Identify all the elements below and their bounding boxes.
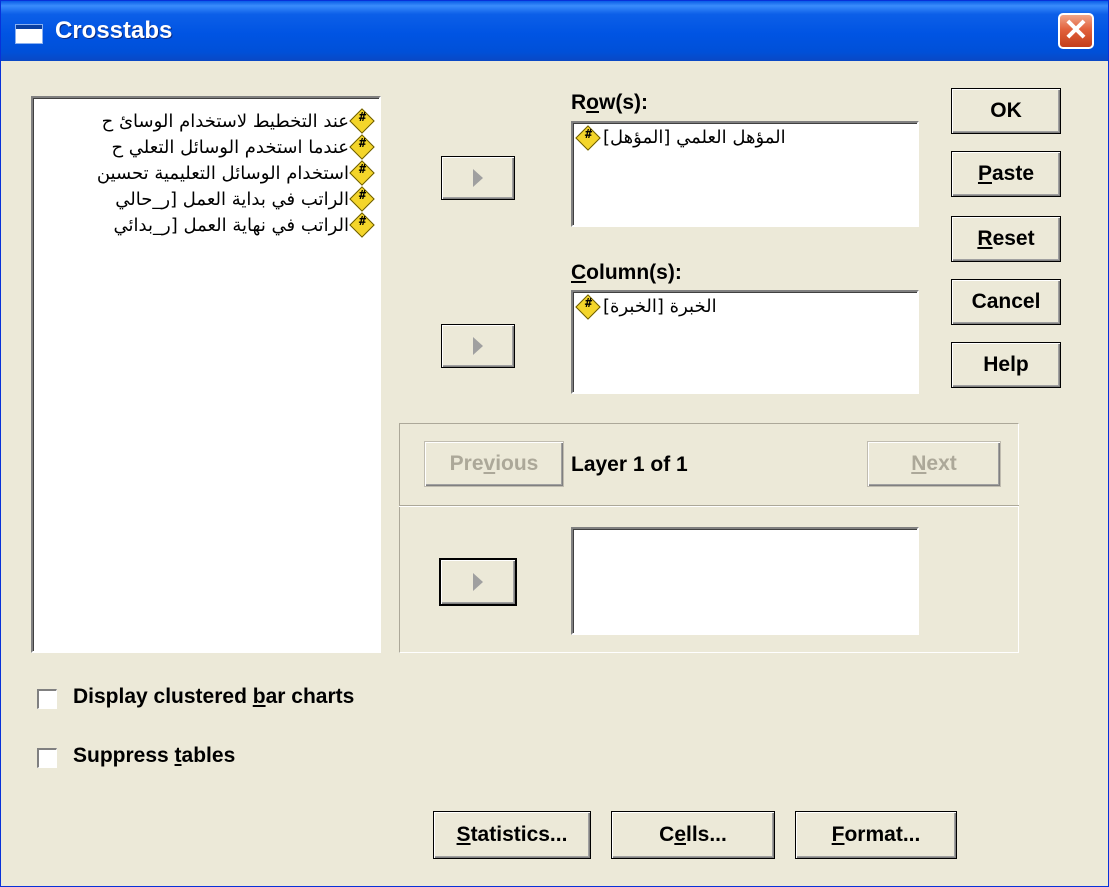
numeric-variable-icon bbox=[349, 134, 375, 160]
window-icon bbox=[15, 24, 43, 44]
help-button[interactable]: Help bbox=[951, 342, 1061, 388]
previous-layer-button[interactable]: Pre v ious bbox=[424, 441, 564, 487]
paste-button[interactable]: Paste bbox=[951, 151, 1061, 197]
move-to-rows-button[interactable] bbox=[441, 156, 515, 200]
columns-label: Column(s): bbox=[571, 261, 682, 284]
move-to-layer-button[interactable] bbox=[439, 558, 517, 606]
clustered-bar-charts-label[interactable]: Display clustered bar charts bbox=[73, 685, 354, 709]
suppress-tables-label[interactable]: Suppress tables bbox=[73, 744, 235, 768]
variable-item[interactable]: عند التخطيط لاستخدام الوسائ ح bbox=[102, 108, 375, 134]
suppress-tables-checkbox[interactable] bbox=[37, 748, 57, 768]
crosstabs-dialog: Crosstabs ✕ عند التخطيط لاستخدام الوسائ … bbox=[0, 0, 1109, 887]
columns-list[interactable]: الخبرة [الخبرة] bbox=[571, 290, 919, 394]
reset-button[interactable]: Reset bbox=[951, 216, 1061, 262]
layer-list[interactable] bbox=[571, 527, 919, 635]
window-title: Crosstabs bbox=[55, 17, 173, 44]
numeric-variable-icon bbox=[349, 108, 375, 134]
numeric-variable-icon bbox=[349, 212, 375, 238]
move-to-columns-button[interactable] bbox=[441, 324, 515, 368]
columns-item[interactable]: الخبرة [الخبرة] bbox=[575, 293, 717, 320]
clustered-bar-charts-checkbox[interactable] bbox=[37, 689, 57, 709]
numeric-variable-icon bbox=[349, 160, 375, 186]
title-bar[interactable]: Crosstabs ✕ bbox=[1, 1, 1108, 61]
numeric-variable-icon bbox=[575, 293, 601, 320]
rows-item[interactable]: المؤهل العلمي [المؤهل] bbox=[575, 124, 786, 151]
variable-item[interactable]: استخدام الوسائل التعليمية تحسين bbox=[97, 160, 375, 186]
variable-item[interactable]: الراتب في نهاية العمل [ر_بدائي bbox=[114, 212, 375, 238]
rows-list[interactable]: المؤهل العلمي [المؤهل] bbox=[571, 121, 919, 227]
variable-item[interactable]: عندما استخدم الوسائل التعلي ح bbox=[111, 134, 375, 160]
cancel-button[interactable]: Cancel bbox=[951, 279, 1061, 325]
source-variable-list[interactable]: عند التخطيط لاستخدام الوسائ ح عندما استخ… bbox=[31, 96, 381, 653]
format-button[interactable]: Format... bbox=[795, 811, 957, 859]
statistics-button[interactable]: Statistics... bbox=[433, 811, 591, 859]
arrow-right-icon bbox=[473, 169, 483, 187]
next-layer-button[interactable]: Next bbox=[867, 441, 1001, 487]
arrow-right-icon bbox=[473, 573, 483, 591]
numeric-variable-icon bbox=[575, 124, 601, 151]
close-icon: ✕ bbox=[1063, 14, 1089, 47]
layer-divider bbox=[399, 505, 1019, 507]
arrow-right-icon bbox=[473, 337, 483, 355]
cells-button[interactable]: Ce lls... bbox=[611, 811, 775, 859]
variable-item[interactable]: الراتب في بداية العمل [ر_حالي bbox=[115, 186, 375, 212]
ok-button[interactable]: OK bbox=[951, 88, 1061, 134]
close-button[interactable]: ✕ bbox=[1058, 13, 1094, 49]
layer-indicator: Layer 1 of 1 bbox=[571, 453, 688, 476]
numeric-variable-icon bbox=[349, 186, 375, 212]
rows-label: Row(s): bbox=[571, 91, 648, 114]
